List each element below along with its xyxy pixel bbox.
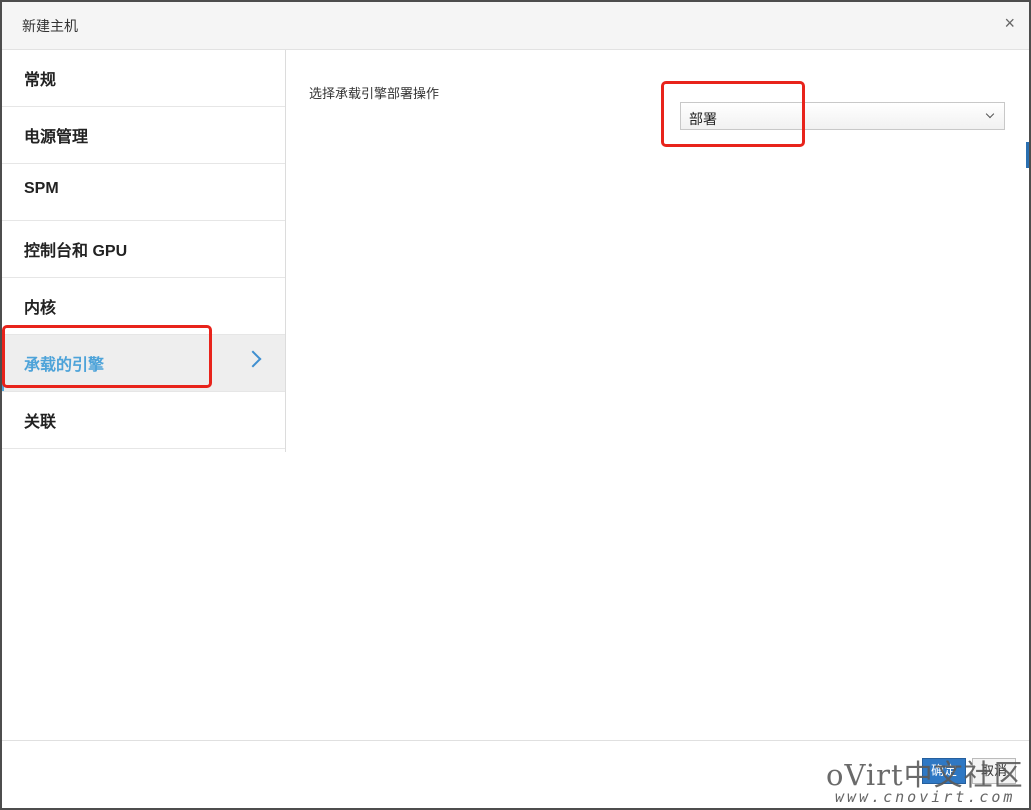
- dialog-titlebar: 新建主机 ×: [2, 2, 1029, 50]
- sidebar-item-label: SPM: [24, 180, 59, 197]
- chevron-down-icon: [985, 109, 995, 119]
- sidebar-item-label: 控制台和 GPU: [24, 243, 128, 260]
- cancel-button[interactable]: 取消: [972, 758, 1016, 784]
- dialog-title: 新建主机: [22, 18, 78, 34]
- sidebar-item-affinity[interactable]: 关联: [2, 392, 285, 449]
- dialog-sidebar: 常规 电源管理 SPM 控制台和 GPU 内核 承载的引擎 关联: [2, 50, 286, 452]
- sidebar-item-label: 电源管理: [24, 129, 89, 146]
- sidebar-item-spm[interactable]: SPM: [2, 164, 285, 221]
- ok-button[interactable]: 确定: [922, 758, 966, 784]
- sidebar-item-power-management[interactable]: 电源管理: [2, 107, 285, 164]
- sidebar-item-console-gpu[interactable]: 控制台和 GPU: [2, 221, 285, 278]
- annotation-highlight-deploy-select: [661, 81, 805, 147]
- footer-divider: [2, 740, 1029, 741]
- new-host-dialog: 新建主机 × 常规 电源管理 SPM 控制台和 GPU 内核 承载的引擎 关联 …: [0, 0, 1031, 810]
- sidebar-item-general[interactable]: 常规: [2, 50, 285, 107]
- annotation-highlight-hosted-engine: [2, 325, 212, 388]
- deploy-action-label: 选择承载引擎部署操作: [309, 86, 440, 101]
- close-icon[interactable]: ×: [1004, 12, 1015, 34]
- sidebar-item-label: 内核: [24, 300, 57, 317]
- background-window-edge: [1026, 142, 1029, 168]
- chevron-right-icon: [244, 350, 262, 368]
- sidebar-item-label: 常规: [24, 72, 57, 89]
- sidebar-item-label: 关联: [24, 414, 57, 431]
